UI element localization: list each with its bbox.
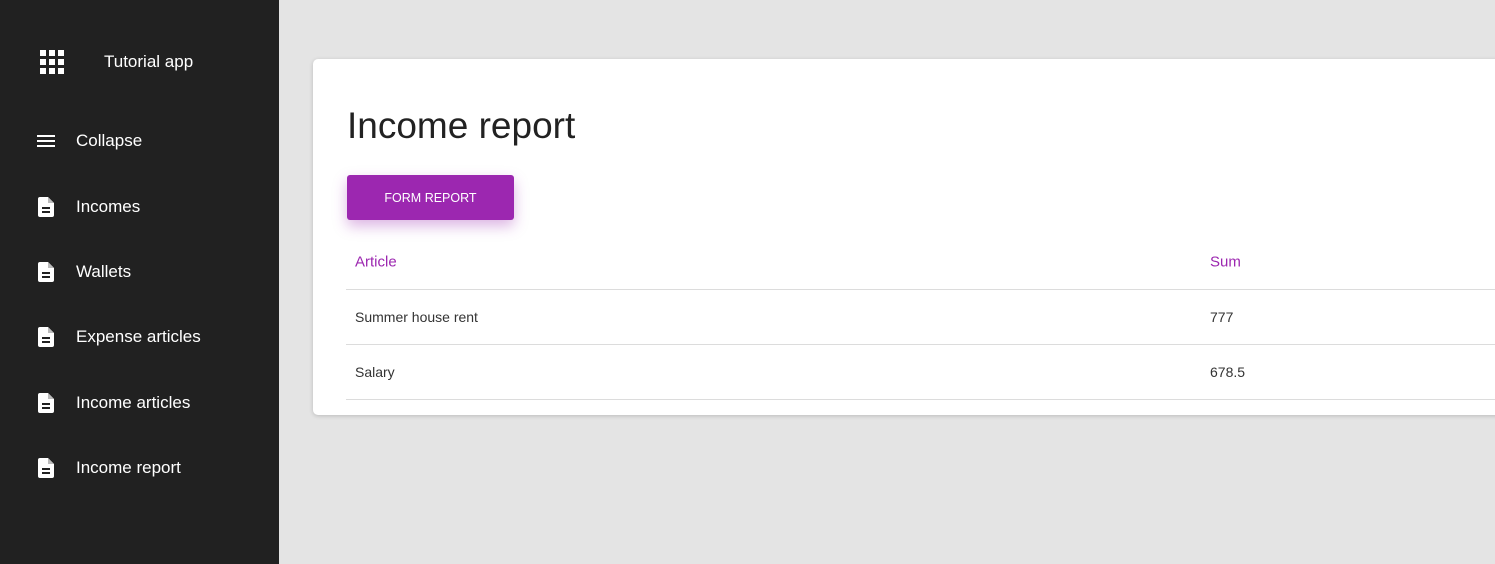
sum-cell: 678.5 xyxy=(1210,364,1246,380)
sidebar-item-label: Expense articles xyxy=(76,327,201,346)
article-cell: Summer house rent xyxy=(355,309,478,325)
column-header-article[interactable]: Article xyxy=(355,254,397,271)
sum-cell: 777 xyxy=(1210,309,1234,325)
column-header-sum[interactable]: Sum xyxy=(1210,254,1241,271)
sidebar: Tutorial app Collapse Incomes Wallets Ex… xyxy=(0,0,279,564)
article-cell: Salary xyxy=(355,364,395,380)
menu-icon xyxy=(34,129,58,153)
document-icon xyxy=(34,456,58,480)
sidebar-item-income-report[interactable]: Income report xyxy=(34,448,264,488)
brand[interactable]: Tutorial app xyxy=(40,44,193,80)
report-card: Income report FORM REPORT Article Sum Su… xyxy=(313,59,1495,415)
table-row: Summer house rent 777 xyxy=(346,290,1495,345)
sidebar-item-label: Income report xyxy=(76,458,181,477)
form-report-button[interactable]: FORM REPORT xyxy=(347,175,514,220)
sidebar-item-wallets[interactable]: Wallets xyxy=(34,252,264,292)
sidebar-item-label: Income articles xyxy=(76,393,191,412)
table-header-row: Article Sum xyxy=(346,235,1495,290)
document-icon xyxy=(34,391,58,415)
page-title: Income report xyxy=(347,105,576,146)
table-row: Salary 678.5 xyxy=(346,345,1495,400)
sidebar-item-incomes[interactable]: Incomes xyxy=(34,187,264,227)
sidebar-item-label: Wallets xyxy=(76,262,132,281)
document-icon xyxy=(34,195,58,219)
sidebar-item-collapse[interactable]: Collapse xyxy=(34,121,264,161)
document-icon xyxy=(34,325,58,349)
sidebar-item-expense-articles[interactable]: Expense articles xyxy=(34,317,264,357)
sidebar-item-label: Incomes xyxy=(76,197,141,216)
sidebar-item-income-articles[interactable]: Income articles xyxy=(34,383,264,423)
document-icon xyxy=(34,260,58,284)
apps-grid-icon xyxy=(40,50,64,74)
app-title: Tutorial app xyxy=(104,52,194,71)
sidebar-item-label: Collapse xyxy=(76,131,143,150)
report-table: Article Sum Summer house rent 777 Salary… xyxy=(346,235,1495,400)
